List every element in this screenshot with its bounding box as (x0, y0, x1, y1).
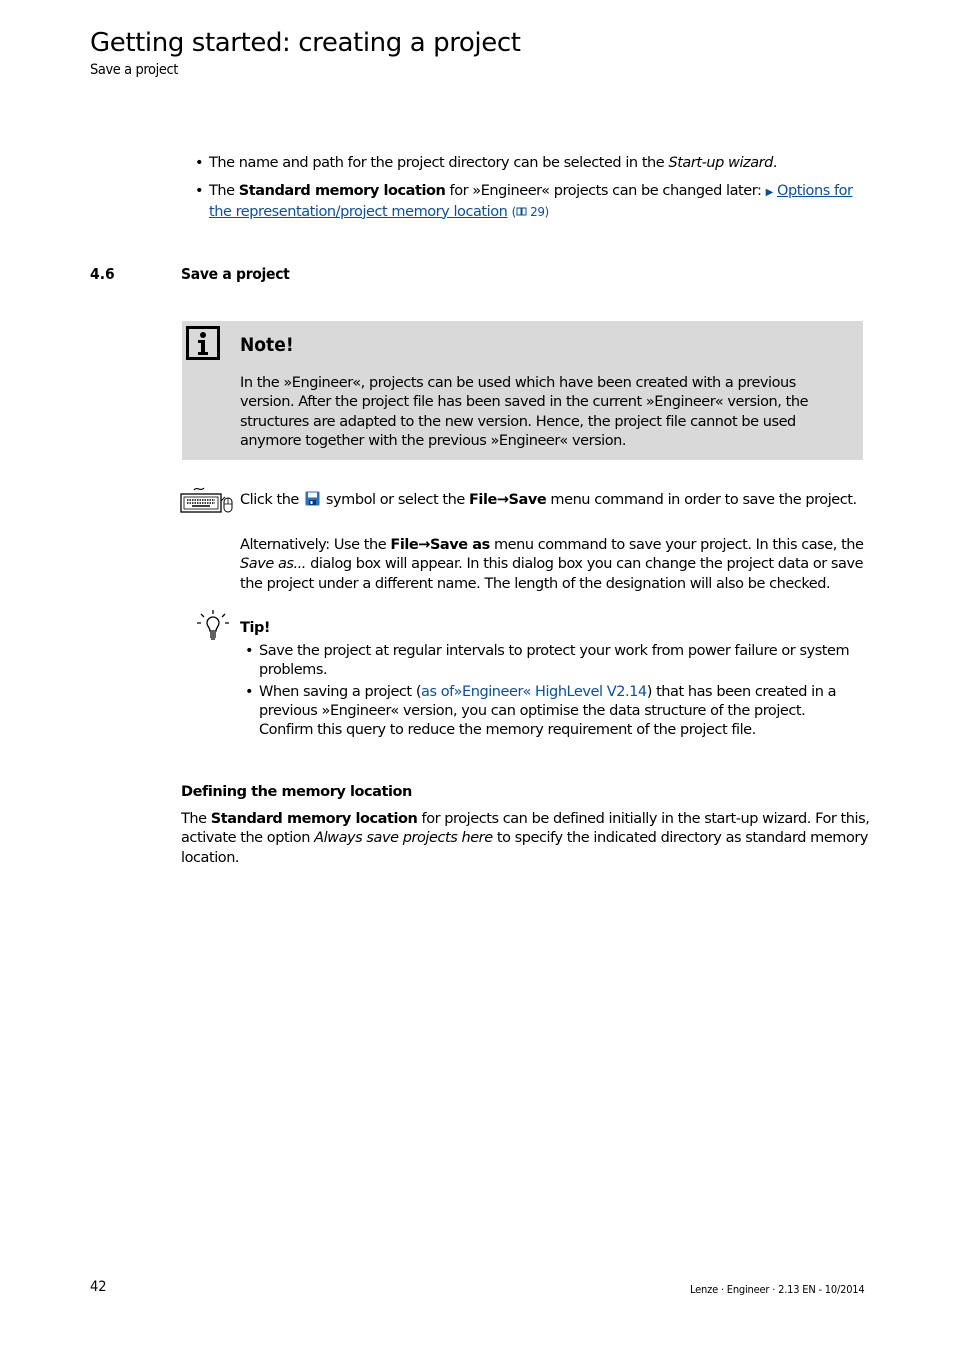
tip-item-2: When saving a project (as of»Engineer« H… (245, 683, 855, 741)
memory-paragraph: The Standard memory location for project… (181, 811, 870, 866)
note-body: In the »Engineer«, projects can be used … (240, 375, 809, 449)
page-subtitle: Save a project (90, 62, 178, 78)
tip-list: Save the project at regular intervals to… (245, 642, 855, 742)
section-number: 4.6 (90, 265, 115, 283)
keyboard-mouse-icon (180, 487, 233, 513)
intro-bullet-list: The name and path for the project direct… (195, 154, 870, 222)
header-separator: _ _ _ _ _ _ _ _ _ _ _ _ _ _ _ _ _ _ _ _ … (90, 108, 862, 120)
save-icon (305, 491, 320, 506)
version-highlight: as of»Engineer« HighLevel V2.14 (421, 683, 647, 700)
instruction-paragraph-1: Click the symbol or select the File→Save … (240, 491, 857, 508)
section-title: Save a project (181, 265, 290, 283)
page-reference[interactable]: ( 29) (512, 205, 550, 219)
subsection-heading: Defining the memory location (181, 784, 412, 800)
instruction-paragraph-2: Alternatively: Use the File→Save as menu… (240, 537, 864, 592)
intro-bullet-1: The name and path for the project direct… (195, 154, 870, 174)
footer-doc-info: Lenze · Engineer · 2.13 EN - 10/2014 (690, 1283, 865, 1296)
info-icon (186, 326, 220, 360)
page-number: 42 (90, 1279, 107, 1295)
link-arrow-icon: ▶ (765, 187, 774, 199)
intro-bullet-2: The Standard memory location for »Engine… (195, 182, 870, 222)
lightbulb-icon (197, 610, 229, 640)
book-icon (516, 207, 527, 216)
note-title: Note! (240, 334, 294, 356)
page-title: Getting started: creating a project (90, 28, 521, 58)
tip-item-1: Save the project at regular intervals to… (245, 642, 855, 681)
tip-title: Tip! (240, 620, 271, 636)
